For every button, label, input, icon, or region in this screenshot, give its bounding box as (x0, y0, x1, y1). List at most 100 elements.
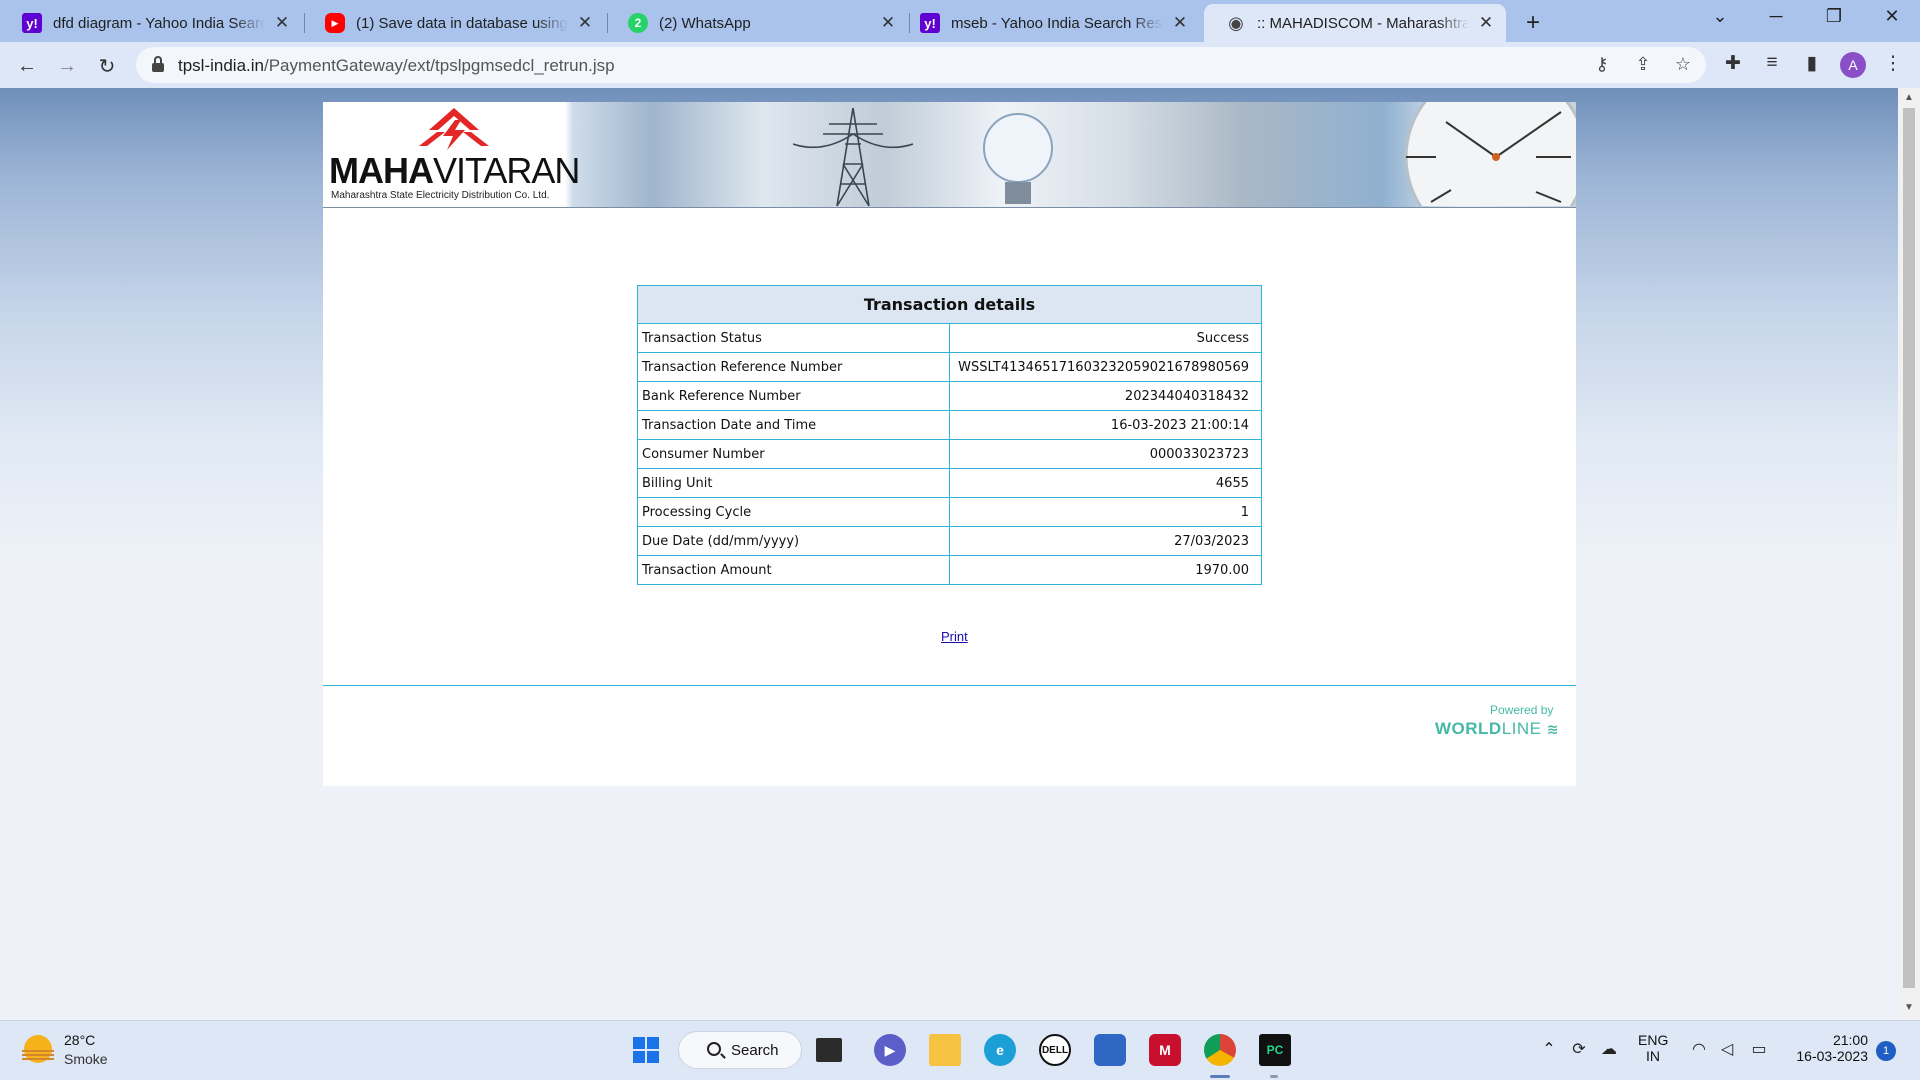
microsoft-store-icon[interactable] (1094, 1034, 1126, 1066)
profile-avatar[interactable]: A (1840, 52, 1866, 78)
youtube-icon: ▶ (325, 13, 345, 33)
back-button[interactable]: ← (11, 50, 43, 82)
task-view-icon[interactable] (816, 1038, 842, 1062)
row-label: Consumer Number (637, 439, 950, 469)
new-tab-button[interactable]: + (1520, 9, 1546, 37)
wifi-icon[interactable]: ◠ (1688, 1039, 1710, 1059)
taskbar-search-box[interactable]: Search (678, 1031, 802, 1069)
worldline-waves-icon: ≋ (1546, 721, 1559, 737)
mcafee-icon[interactable]: M (1149, 1034, 1181, 1066)
table-heading: Transaction details (637, 285, 1262, 324)
pycharm-icon[interactable]: PC (1259, 1034, 1291, 1066)
close-icon[interactable]: ✕ (1477, 13, 1495, 33)
close-icon[interactable]: ✕ (576, 13, 594, 33)
row-value: 1 (949, 497, 1262, 527)
powered-by-label: Powered by (1490, 703, 1554, 717)
tab-youtube[interactable]: ▶ (1) Save data in database using spring… (303, 4, 606, 42)
notification-badge[interactable]: 1 (1876, 1041, 1896, 1061)
extensions-puzzle-icon[interactable]: ✚ (1720, 52, 1746, 75)
windows-taskbar: 28°C Smoke Search ▶ e DELL M PC ⌃ ⟳ ☁ EN… (0, 1020, 1920, 1080)
close-icon[interactable]: ✕ (879, 13, 897, 33)
teams-chat-icon[interactable]: ▶ (874, 1034, 906, 1066)
globe-icon: ◉ (1228, 12, 1244, 33)
row-value: 000033023723 (949, 439, 1262, 469)
language-indicator[interactable]: ENG IN (1638, 1032, 1668, 1064)
table-row: Bank Reference Number 202344040318432 (637, 381, 1262, 411)
close-icon[interactable]: ✕ (1171, 13, 1189, 33)
dell-icon[interactable]: DELL (1039, 1034, 1071, 1066)
footer-divider (323, 685, 1576, 686)
bookmark-star-icon[interactable]: ☆ (1671, 54, 1695, 75)
mahavitaran-banner: MAHAVITARAN Maharashtra State Electricit… (323, 102, 1576, 208)
chrome-icon[interactable] (1204, 1034, 1236, 1066)
weather-temperature[interactable]: 28°C (64, 1032, 95, 1048)
weather-smoke-icon[interactable] (22, 1035, 54, 1063)
row-value: WSSLT413465171603232059021678980569 (949, 352, 1262, 382)
row-label: Transaction Amount (637, 555, 950, 585)
tab-mseb-search[interactable]: y! mseb - Yahoo India Search Results ✕ (898, 4, 1200, 42)
address-bar[interactable]: tpsl-india.in/PaymentGateway/ext/tpslpgm… (136, 47, 1706, 83)
forward-button[interactable]: → (51, 50, 83, 82)
minimize-button[interactable]: ─ (1756, 6, 1796, 27)
scrollbar-thumb[interactable] (1903, 108, 1915, 988)
mahavitaran-logo-icon (419, 108, 489, 150)
table-row: Transaction Reference Number WSSLT413465… (637, 352, 1262, 382)
payment-receipt-card: MAHAVITARAN Maharashtra State Electricit… (323, 102, 1576, 786)
system-clock[interactable]: 21:00 16-03-2023 (1780, 1032, 1868, 1064)
tab-whatsapp[interactable]: 2 (2) WhatsApp ✕ (606, 4, 908, 42)
yahoo-icon: y! (22, 13, 42, 33)
windows-start-icon[interactable] (630, 1034, 662, 1066)
weather-condition[interactable]: Smoke (64, 1051, 108, 1067)
row-value: 27/03/2023 (949, 526, 1262, 556)
table-row: Transaction Date and Time 16-03-2023 21:… (637, 410, 1262, 440)
close-icon[interactable]: ✕ (273, 13, 291, 33)
search-icon (707, 1042, 721, 1056)
row-label: Billing Unit (637, 468, 950, 498)
table-row: Consumer Number 000033023723 (637, 439, 1262, 469)
print-link[interactable]: Print (941, 629, 968, 644)
tab-search-chevron-icon[interactable]: ⌄ (1700, 6, 1740, 27)
battery-icon[interactable]: ▭ (1748, 1039, 1770, 1059)
tab-mahadiscom[interactable]: ◉ :: MAHADISCOM - Maharashtra State ✕ (1204, 4, 1506, 42)
sync-icon[interactable]: ⟳ (1568, 1039, 1590, 1059)
media-queue-icon[interactable]: ≡ (1759, 52, 1785, 74)
row-label: Transaction Reference Number (637, 352, 950, 382)
page-scrollbar[interactable]: ▲ ▼ (1898, 88, 1920, 1020)
whatsapp-icon: 2 (628, 13, 648, 33)
kebab-menu-icon[interactable]: ⋮ (1880, 52, 1906, 75)
table-row: Due Date (dd/mm/yyyy) 27/03/2023 (637, 526, 1262, 556)
tab-dfd-diagram[interactable]: y! dfd diagram - Yahoo India Search Resu… (0, 4, 302, 42)
row-value: 1970.00 (949, 555, 1262, 585)
table-header-row: Transaction details (637, 285, 1262, 324)
key-icon[interactable]: ⚷ (1590, 54, 1614, 75)
restore-button[interactable]: ❐ (1814, 6, 1854, 27)
reload-button[interactable]: ↻ (91, 50, 123, 82)
lock-icon[interactable] (152, 56, 164, 72)
row-label: Processing Cycle (637, 497, 950, 527)
edge-browser-icon[interactable]: e (984, 1034, 1016, 1066)
banner-bulb-icon (983, 113, 1053, 204)
volume-icon[interactable]: ◁ (1716, 1039, 1738, 1059)
logo-subtitle: Maharashtra State Electricity Distributi… (331, 190, 550, 201)
window-close-button[interactable]: ✕ (1872, 6, 1912, 27)
banner-pylon-icon (793, 107, 913, 207)
file-explorer-icon[interactable] (929, 1034, 961, 1066)
table-row: Transaction Amount 1970.00 (637, 555, 1262, 585)
scroll-up-arrow-icon[interactable]: ▲ (1898, 92, 1920, 103)
url-text[interactable]: tpsl-india.in/PaymentGateway/ext/tpslpgm… (178, 56, 615, 76)
row-label: Transaction Date and Time (637, 410, 950, 440)
row-value: 4655 (949, 468, 1262, 498)
onedrive-cloud-icon[interactable]: ☁ (1598, 1039, 1620, 1059)
tab-title: dfd diagram - Yahoo India Search Results (53, 14, 265, 32)
scroll-down-arrow-icon[interactable]: ▼ (1898, 1002, 1920, 1013)
tab-title: (1) Save data in database using spring (356, 14, 568, 32)
row-label: Bank Reference Number (637, 381, 950, 411)
table-row: Billing Unit 4655 (637, 468, 1262, 498)
show-hidden-icons-chevron-icon[interactable]: ⌃ (1538, 1039, 1560, 1059)
transaction-details-table: Transaction details Transaction Status S… (637, 285, 1262, 585)
row-value: 16-03-2023 21:00:14 (949, 410, 1262, 440)
page-viewport: MAHAVITARAN Maharashtra State Electricit… (0, 88, 1898, 1020)
share-icon[interactable]: ⇪ (1631, 54, 1655, 75)
row-value: 202344040318432 (949, 381, 1262, 411)
side-panel-icon[interactable]: ▮ (1799, 52, 1825, 75)
